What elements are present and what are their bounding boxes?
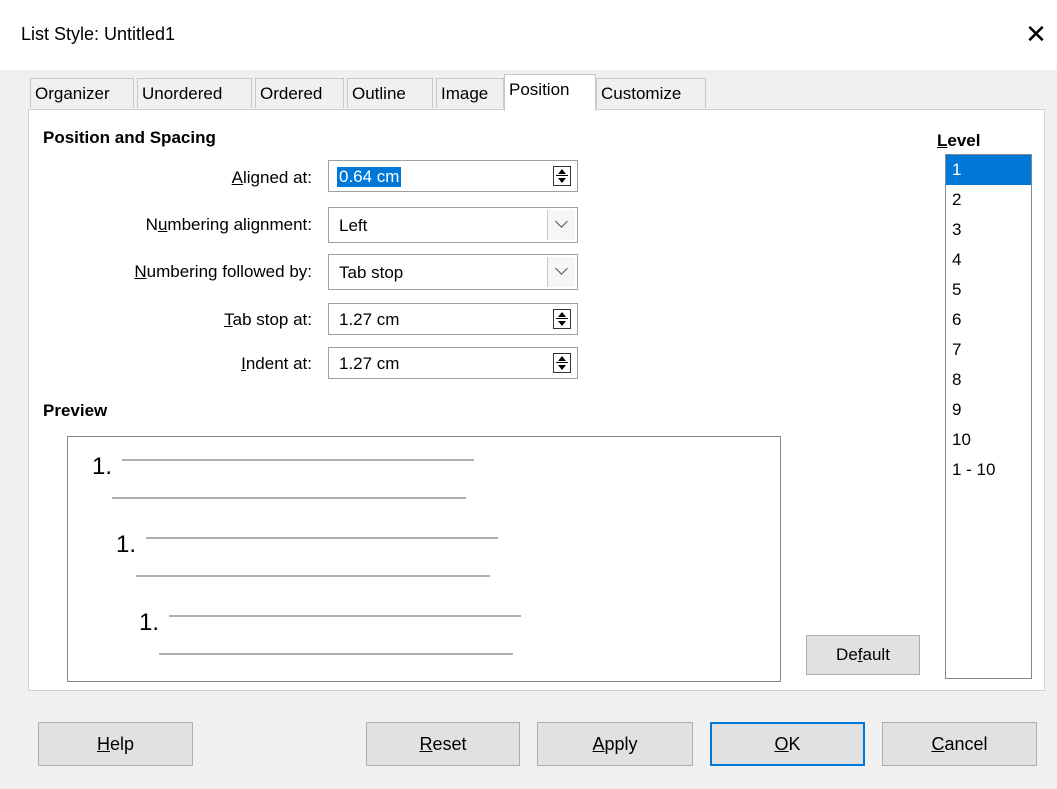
level-listbox[interactable]: 1 2 3 4 5 6 7 8 9 10 1 - 10 bbox=[945, 154, 1032, 679]
numbering-followed-by-dropdown[interactable]: Tab stop bbox=[328, 254, 578, 290]
close-icon[interactable]: ✕ bbox=[1016, 12, 1056, 56]
level-item[interactable]: 1 bbox=[946, 155, 1031, 185]
tab-stop-spin-arrows-icon[interactable] bbox=[553, 309, 571, 329]
numbering-alignment-label: Numbering alignment: bbox=[145, 215, 312, 234]
preview-line bbox=[159, 653, 513, 655]
preview-line bbox=[136, 575, 490, 577]
level-item[interactable]: 3 bbox=[946, 215, 1031, 245]
indent-at-spinbox[interactable]: 1.27 cm bbox=[328, 347, 578, 379]
numbering-followed-by-value: Tab stop bbox=[339, 263, 404, 282]
preview-area: 1. 1. 1. bbox=[67, 436, 781, 682]
level-item[interactable]: 1 - 10 bbox=[946, 455, 1031, 485]
window-title: List Style: Untitled1 bbox=[21, 24, 176, 44]
level-item[interactable]: 2 bbox=[946, 185, 1031, 215]
aligned-at-spin-arrows-icon[interactable] bbox=[553, 166, 571, 186]
preview-line bbox=[122, 459, 474, 461]
tab-image[interactable]: Image bbox=[436, 78, 504, 108]
chevron-down-icon[interactable] bbox=[547, 257, 575, 287]
indent-at-value[interactable]: 1.27 cm bbox=[339, 354, 399, 374]
tab-stop-at-label: Tab stop at: bbox=[224, 310, 312, 329]
preview-number: 1. bbox=[139, 609, 160, 636]
numbering-alignment-dropdown[interactable]: Left bbox=[328, 207, 578, 243]
level-label: Level bbox=[937, 131, 981, 150]
tab-outline[interactable]: Outline bbox=[347, 78, 433, 108]
tab-organizer[interactable]: Organizer bbox=[30, 78, 134, 108]
level-item[interactable]: 9 bbox=[946, 395, 1031, 425]
indent-at-label: Indent at: bbox=[241, 354, 312, 373]
tab-position[interactable]: Position bbox=[504, 74, 596, 111]
level-item[interactable]: 6 bbox=[946, 305, 1031, 335]
preview-line bbox=[112, 497, 466, 499]
tab-customize[interactable]: Customize bbox=[596, 78, 706, 108]
position-panel: Position and Spacing Aligned at: 0.64 cm… bbox=[28, 109, 1045, 691]
apply-button[interactable]: Apply bbox=[537, 722, 693, 766]
reset-button[interactable]: Reset bbox=[366, 722, 520, 766]
preview-line bbox=[169, 615, 521, 617]
chevron-down-icon[interactable] bbox=[547, 210, 575, 240]
help-button[interactable]: Help bbox=[38, 722, 193, 766]
level-item[interactable]: 4 bbox=[946, 245, 1031, 275]
position-spacing-heading: Position and Spacing bbox=[43, 128, 216, 147]
numbering-alignment-value: Left bbox=[339, 216, 368, 235]
tab-stop-at-value[interactable]: 1.27 cm bbox=[339, 310, 399, 330]
indent-at-spin-arrows-icon[interactable] bbox=[553, 353, 571, 373]
level-item[interactable]: 7 bbox=[946, 335, 1031, 365]
preview-line bbox=[146, 537, 498, 539]
aligned-at-spinbox[interactable]: 0.64 cm bbox=[328, 160, 578, 192]
ok-button[interactable]: OK bbox=[710, 722, 865, 766]
numbering-followed-by-label: Numbering followed by: bbox=[134, 262, 312, 281]
tab-unordered[interactable]: Unordered bbox=[137, 78, 252, 108]
preview-number: 1. bbox=[116, 531, 137, 558]
level-item[interactable]: 5 bbox=[946, 275, 1031, 305]
preview-heading: Preview bbox=[43, 401, 108, 420]
cancel-button[interactable]: Cancel bbox=[882, 722, 1037, 766]
level-item[interactable]: 10 bbox=[946, 425, 1031, 455]
aligned-at-label: Aligned at: bbox=[231, 168, 312, 187]
aligned-at-value[interactable]: 0.64 cm bbox=[337, 167, 402, 187]
tab-stop-at-spinbox[interactable]: 1.27 cm bbox=[328, 303, 578, 335]
tab-ordered[interactable]: Ordered bbox=[255, 78, 344, 108]
default-button[interactable]: Default bbox=[806, 635, 920, 675]
level-item[interactable]: 8 bbox=[946, 365, 1031, 395]
preview-number: 1. bbox=[92, 453, 113, 480]
title-bar: List Style: Untitled1 ✕ bbox=[0, 0, 1057, 70]
